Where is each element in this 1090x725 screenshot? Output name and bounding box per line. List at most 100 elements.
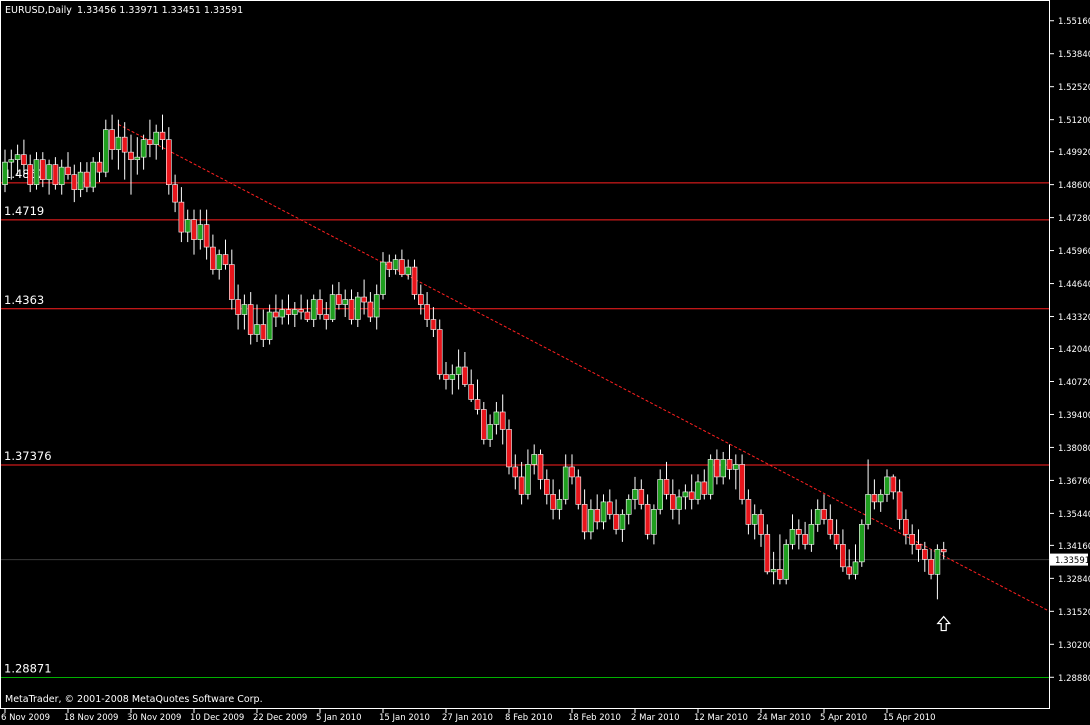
bear-candle-body xyxy=(581,504,588,533)
bear-candle-body xyxy=(688,491,695,500)
y-tick-label: 1.30200 xyxy=(1058,641,1090,651)
bear-candle-body xyxy=(663,479,670,495)
bull-candle-body xyxy=(657,479,664,510)
price-level-label: 1.28871 xyxy=(4,662,52,676)
chart-window: 1.4867 1.4719 1.4363 1.37376 1.28871 1.55160… xyxy=(0,0,1090,725)
bull-candle-body xyxy=(405,266,412,275)
bear-candle-body xyxy=(821,509,827,520)
bull-candle-body xyxy=(625,499,632,515)
bear-candle-body xyxy=(304,311,311,320)
bear-candle-body xyxy=(480,409,487,440)
bear-candle-body xyxy=(147,139,153,145)
bear-candle-body xyxy=(499,411,506,430)
y-tick-label: 1.32840 xyxy=(1058,575,1090,585)
bull-candle-body xyxy=(46,164,52,180)
bear-candle-body xyxy=(890,476,897,493)
bear-candle-body xyxy=(915,544,922,550)
y-tick-label: 1.42040 xyxy=(1058,345,1090,355)
bear-candle-body xyxy=(191,219,197,240)
chart-background xyxy=(0,0,1090,725)
bear-candle-body xyxy=(846,566,853,575)
y-tick-label: 1.53840 xyxy=(1058,50,1090,60)
bear-candle-body xyxy=(336,294,342,305)
bear-candle-body xyxy=(367,301,374,318)
bull-candle-body xyxy=(449,374,456,380)
bear-candle-body xyxy=(575,476,582,505)
bull-candle-body xyxy=(814,509,821,525)
bear-candle-body xyxy=(430,319,437,330)
bear-candle-body xyxy=(669,494,676,510)
x-tick-label: 18 Nov 2009 xyxy=(64,713,118,723)
bull-candle-body xyxy=(632,489,638,500)
bear-candle-body xyxy=(909,534,916,545)
x-tick-label: 5 Apr 2010 xyxy=(820,713,867,723)
bear-candle-body xyxy=(928,559,934,575)
bull-candle-body xyxy=(115,136,122,150)
bear-candle-body xyxy=(424,304,430,320)
bear-candle-body xyxy=(317,299,323,315)
ohlc-label: 1.33456 1.33971 1.33451 1.33591 xyxy=(77,5,243,16)
bull-candle-body xyxy=(487,424,493,440)
bear-candle-body xyxy=(203,224,210,248)
bull-candle-body xyxy=(14,154,21,160)
bull-candle-body xyxy=(354,296,361,320)
bear-candle-body xyxy=(644,504,651,535)
y-tick-label: 1.55160 xyxy=(1058,17,1090,27)
bull-candle-body xyxy=(600,501,607,523)
y-tick-label: 1.51200 xyxy=(1058,116,1090,126)
bear-candle-body xyxy=(764,534,771,573)
x-tick-label: 18 Feb 2010 xyxy=(568,713,621,723)
bull-candle-body xyxy=(858,524,865,563)
y-tick-label: 1.36760 xyxy=(1058,477,1090,487)
bull-candle-body xyxy=(2,161,8,185)
bear-candle-body xyxy=(229,264,235,300)
bull-candle-body xyxy=(682,491,689,498)
bull-candle-body xyxy=(197,224,204,240)
y-tick-label: 1.47280 xyxy=(1058,214,1090,224)
bull-candle-body xyxy=(562,466,569,500)
bear-candle-body xyxy=(550,494,556,510)
bull-candle-body xyxy=(77,171,84,190)
bull-candle-body xyxy=(556,499,563,510)
bull-candle-body xyxy=(373,294,380,318)
candle xyxy=(858,519,865,567)
bear-candle-body xyxy=(260,324,267,340)
bear-candle-body xyxy=(777,569,783,580)
bull-candle-body xyxy=(241,304,248,315)
price-chart: 1.48671.47191.43631.373761.28871 1.55160… xyxy=(0,0,1090,725)
bear-candle-body xyxy=(701,481,708,495)
x-tick-label: 12 Mar 2010 xyxy=(694,713,748,723)
bear-candle-body xyxy=(96,161,103,173)
bear-candle-body xyxy=(537,454,544,480)
price-level-label: 1.4363 xyxy=(4,293,44,307)
bear-candle-body xyxy=(921,549,928,560)
bear-candle-body xyxy=(795,529,802,535)
bull-candle-body xyxy=(254,324,260,335)
bear-candle-body xyxy=(65,166,71,175)
bear-candle-body xyxy=(613,514,619,530)
bull-candle-body xyxy=(153,131,159,145)
bear-candle-body xyxy=(235,299,241,315)
x-tick-label: 15 Apr 2010 xyxy=(883,713,936,723)
bull-candle-body xyxy=(329,294,336,320)
bull-candle-body xyxy=(90,161,96,188)
bear-candle-body xyxy=(569,466,575,478)
candle xyxy=(707,454,714,500)
bull-candle-body xyxy=(751,514,758,525)
bear-candle-body xyxy=(39,159,46,180)
bear-candle-body xyxy=(903,519,909,535)
bear-candle-body xyxy=(121,136,128,153)
bull-candle-body xyxy=(732,464,739,470)
y-tick-label: 1.48600 xyxy=(1058,181,1090,191)
bear-candle-body xyxy=(411,266,418,295)
bear-candle-body xyxy=(833,534,840,545)
bear-candle-body xyxy=(840,544,846,568)
bull-candle-body xyxy=(808,524,815,545)
bull-candle-body xyxy=(720,459,727,478)
bear-candle-body xyxy=(109,129,115,150)
bull-candle-body xyxy=(934,549,941,575)
bear-candle-body xyxy=(468,384,475,400)
bull-candle-body xyxy=(695,481,701,500)
current-price-label: 1.33591 xyxy=(1055,556,1090,566)
bear-candle-body xyxy=(714,459,720,478)
